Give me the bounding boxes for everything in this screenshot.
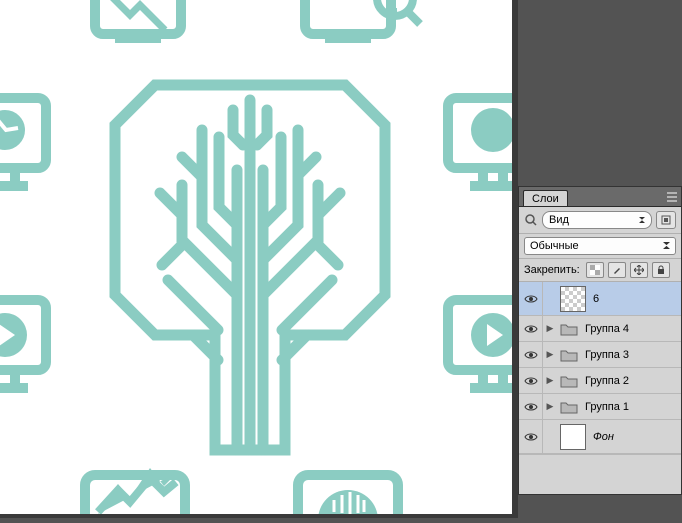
- layer-row[interactable]: ▶ Группа 4: [519, 316, 681, 342]
- layer-list: 6 ▶ Группа 4 ▶ Группа 3 ▶ Группа 2: [519, 282, 681, 494]
- lock-pixels-button[interactable]: [608, 262, 626, 278]
- eye-icon: [524, 324, 538, 334]
- blend-mode-select[interactable]: Обычные: [524, 237, 676, 255]
- eye-icon: [524, 350, 538, 360]
- layer-name[interactable]: Фон: [593, 431, 614, 443]
- layer-name[interactable]: 6: [593, 293, 599, 305]
- layer-thumbnail[interactable]: [560, 286, 586, 312]
- layer-list-empty: [519, 454, 681, 494]
- blend-mode-row: Обычные: [519, 234, 681, 259]
- layer-row[interactable]: ▶ Группа 1: [519, 394, 681, 420]
- expand-arrow[interactable]: ▶: [543, 323, 557, 334]
- layers-panel: Слои Вид Обычные Закрепить:: [518, 186, 682, 495]
- folder-icon: [560, 322, 578, 336]
- lock-icon: [656, 265, 666, 275]
- expand-arrow[interactable]: ▶: [543, 349, 557, 360]
- layer-name[interactable]: Группа 2: [585, 375, 629, 387]
- brush-icon: [612, 265, 622, 275]
- lock-label: Закрепить:: [524, 264, 580, 276]
- layer-name[interactable]: Группа 3: [585, 349, 629, 361]
- layer-filter-row: Вид: [519, 207, 681, 234]
- panel-dock: Слои Вид Обычные Закрепить:: [518, 0, 682, 523]
- lock-row: Закрепить:: [519, 259, 681, 282]
- filter-kind-select[interactable]: Вид: [542, 211, 652, 229]
- lock-transparency-button[interactable]: [586, 262, 604, 278]
- visibility-toggle[interactable]: [519, 394, 543, 419]
- transparency-icon: [590, 265, 600, 275]
- layer-row[interactable]: ▶ Группа 3: [519, 342, 681, 368]
- visibility-toggle[interactable]: [519, 282, 543, 315]
- folder-icon: [560, 374, 578, 388]
- folder-icon: [560, 348, 578, 362]
- eye-icon: [524, 294, 538, 304]
- visibility-toggle[interactable]: [519, 368, 543, 393]
- visibility-toggle[interactable]: [519, 342, 543, 367]
- document-canvas[interactable]: [0, 0, 512, 514]
- expand-arrow[interactable]: ▶: [543, 375, 557, 386]
- folder-icon: [560, 400, 578, 414]
- layer-thumbnail[interactable]: [560, 424, 586, 450]
- layer-row[interactable]: Фон: [519, 420, 681, 454]
- eye-icon: [524, 432, 538, 442]
- lock-position-button[interactable]: [630, 262, 648, 278]
- expand-arrow[interactable]: ▶: [543, 401, 557, 412]
- eye-icon: [524, 376, 538, 386]
- panel-menu-icon[interactable]: [663, 188, 681, 206]
- move-icon: [634, 265, 644, 275]
- layer-name[interactable]: Группа 4: [585, 323, 629, 335]
- layer-row[interactable]: 6: [519, 282, 681, 316]
- panel-tab-bar: Слои: [519, 187, 681, 207]
- canvas-area: [0, 0, 518, 523]
- eye-icon: [524, 402, 538, 412]
- canvas-border-bottom: [0, 514, 518, 518]
- visibility-toggle[interactable]: [519, 420, 543, 453]
- artwork-icon: [0, 0, 512, 514]
- filter-icon: [660, 214, 672, 226]
- lock-all-button[interactable]: [652, 262, 670, 278]
- visibility-toggle[interactable]: [519, 316, 543, 341]
- filter-toggle-button[interactable]: [656, 211, 676, 229]
- layer-row[interactable]: ▶ Группа 2: [519, 368, 681, 394]
- layer-name[interactable]: Группа 1: [585, 401, 629, 413]
- tab-layers[interactable]: Слои: [523, 190, 568, 206]
- search-icon: [524, 213, 538, 227]
